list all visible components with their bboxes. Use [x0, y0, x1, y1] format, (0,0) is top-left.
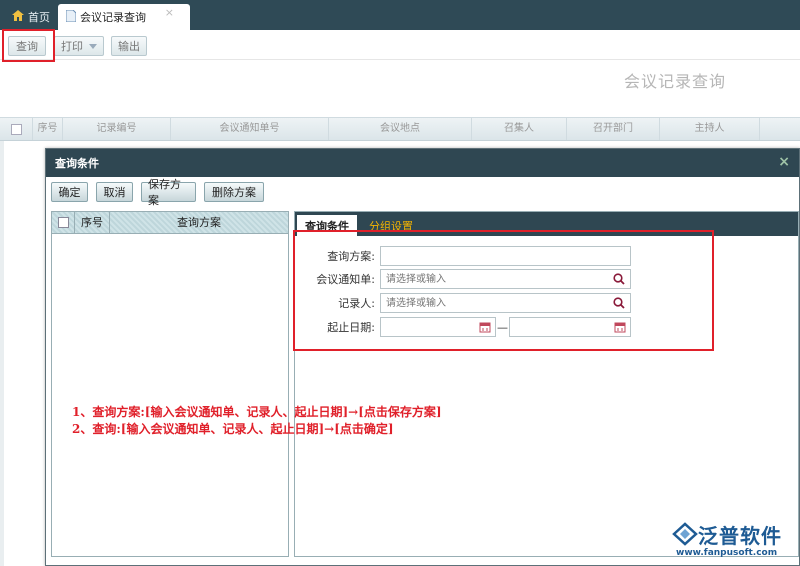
scheme-col-index[interactable]: 序号 — [74, 212, 110, 234]
cancel-button-label: 取消 — [103, 186, 126, 199]
confirm-button[interactable]: 确定 — [51, 182, 88, 202]
grid-col-record-no[interactable]: 记录编号 — [63, 118, 171, 140]
confirm-button-label: 确定 — [58, 186, 81, 199]
grid-col-notice-no[interactable]: 会议通知单号 — [171, 118, 329, 140]
scheme-list-pane: 序号 查询方案 — [51, 211, 289, 557]
scheme-col-name[interactable]: 查询方案 — [110, 212, 288, 234]
delete-scheme-button[interactable]: 删除方案 — [204, 182, 264, 202]
export-button[interactable]: 输出 — [111, 36, 147, 56]
page-title: 会议记录查询 — [623, 72, 726, 91]
tab-home-label: 首页 — [28, 11, 50, 24]
grid-col-department[interactable]: 召开部门 — [567, 118, 660, 140]
grid-col-check — [0, 118, 33, 140]
tab-active-label: 会议记录查询 — [80, 11, 146, 24]
instruction-line-1: 1、查询方案:[输入会议通知单、记录人、起止日期]→[点击保存方案] — [72, 405, 442, 419]
left-edge-bar — [0, 141, 4, 566]
brand-logo: 泛普软件 www.fanpusoft.com — [668, 518, 798, 564]
scheme-select-all-checkbox[interactable] — [58, 217, 69, 228]
grid-col-convener[interactable]: 召集人 — [472, 118, 567, 140]
close-icon[interactable]: × — [778, 154, 790, 170]
export-button-label: 输出 — [118, 40, 140, 53]
query-highlight-box — [2, 29, 55, 62]
cancel-button[interactable]: 取消 — [96, 182, 133, 202]
grid-col-location[interactable]: 会议地点 — [329, 118, 472, 140]
chevron-down-icon — [89, 43, 97, 49]
form-highlight-box — [293, 230, 714, 351]
print-button-label: 打印 — [61, 40, 83, 53]
document-icon — [65, 9, 77, 25]
tab-home[interactable]: 首页 — [4, 4, 58, 30]
tab-meeting-record-query[interactable]: 会议记录查询 × — [58, 4, 190, 30]
print-button[interactable]: 打印 — [54, 36, 104, 56]
brand-name: 泛普软件 — [698, 524, 782, 548]
close-icon[interactable]: × — [165, 6, 174, 19]
save-scheme-button-label: 保存方案 — [148, 178, 181, 207]
scheme-list-header: 序号 查询方案 — [52, 212, 288, 234]
dialog-title-bar[interactable]: 查询条件 × — [46, 149, 799, 177]
grid-col-host[interactable]: 主持人 — [660, 118, 760, 140]
dialog-title: 查询条件 — [55, 157, 99, 170]
grid-header: 序号 记录编号 会议通知单号 会议地点 召集人 召开部门 主持人 — [0, 117, 800, 141]
instruction-line-2: 2、查询:[输入会议通知单、记录人、起止日期]→[点击确定] — [72, 422, 394, 436]
delete-scheme-button-label: 删除方案 — [212, 186, 256, 199]
home-icon — [12, 10, 24, 24]
save-scheme-button[interactable]: 保存方案 — [141, 178, 196, 207]
query-conditions-dialog: 查询条件 × 确定 取消 保存方案 删除方案 序号 查询方案 查询条件 分组设置… — [45, 148, 800, 566]
brand-url: www.fanpusoft.com — [676, 548, 778, 558]
fanpu-logo-icon — [672, 522, 698, 546]
main-toolbar: 查询 打印 输出 — [0, 30, 800, 60]
top-tab-strip: 首页 会议记录查询 × — [0, 0, 800, 30]
grid-col-index[interactable]: 序号 — [33, 118, 63, 140]
dialog-toolbar: 确定 取消 保存方案 删除方案 — [46, 177, 799, 207]
